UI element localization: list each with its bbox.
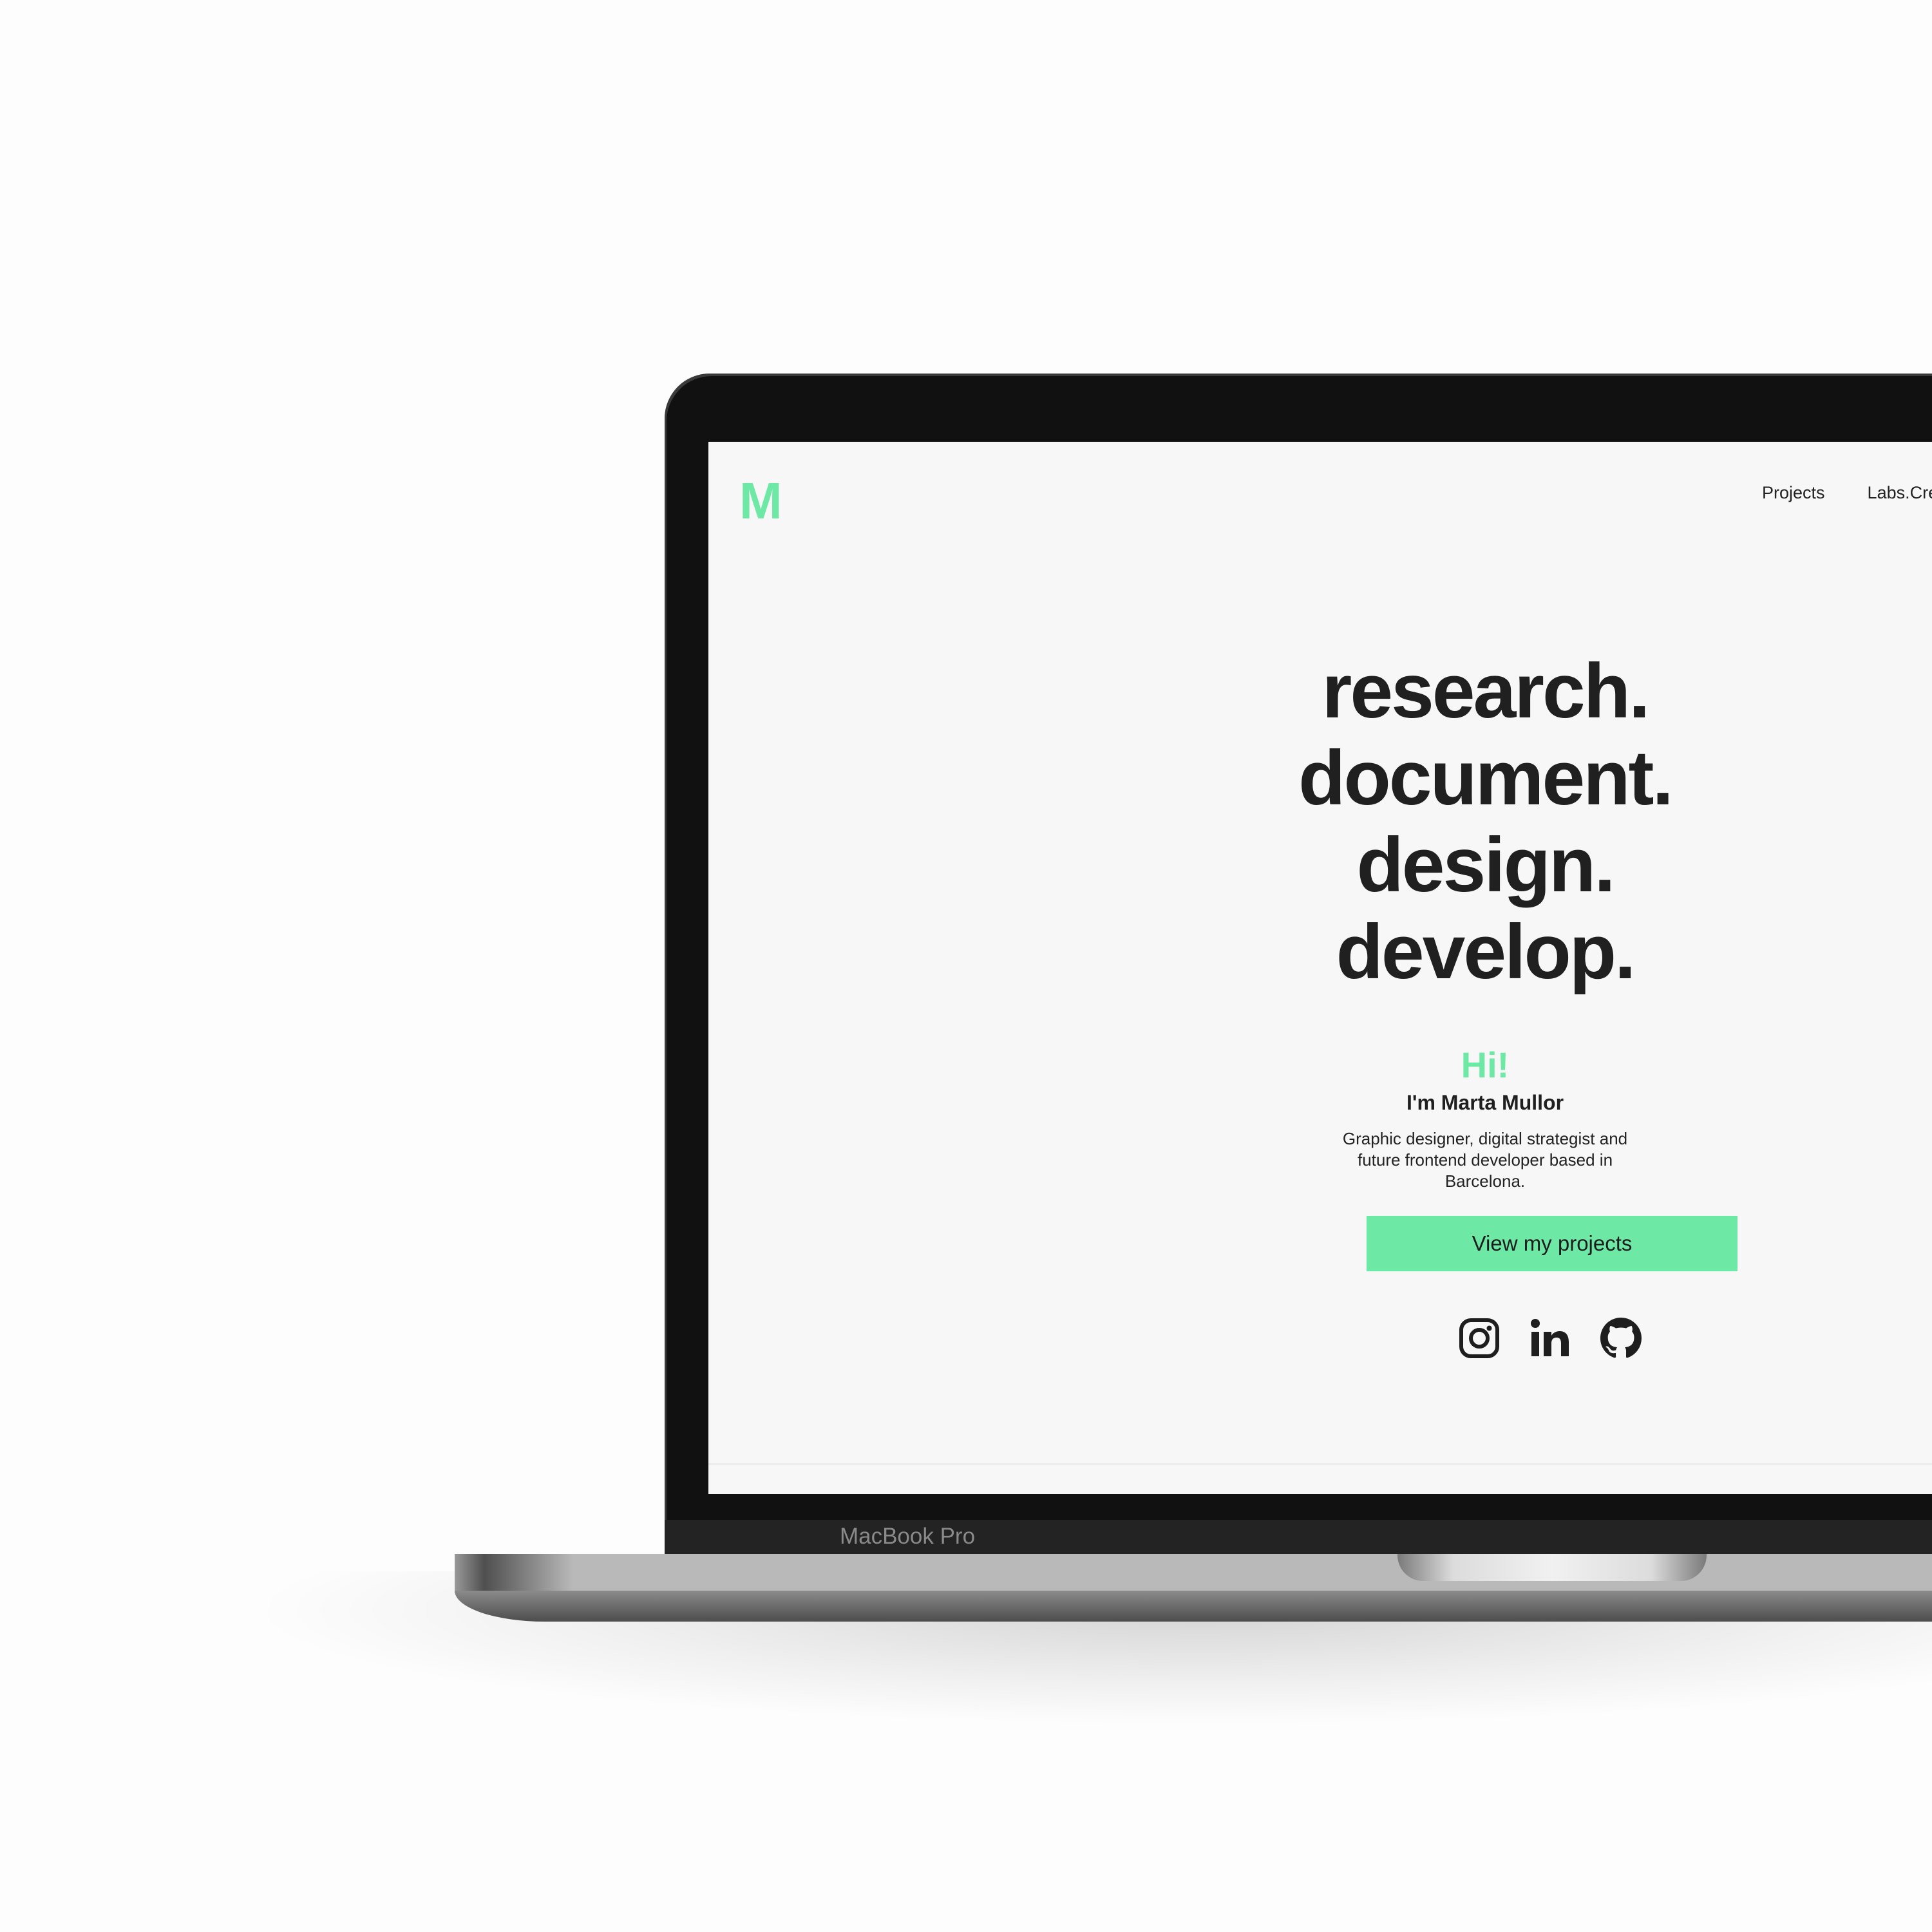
headline-line: research.	[1321, 648, 1651, 734]
linkedin-icon[interactable]	[1530, 1318, 1571, 1359]
greeting: Hi!	[1461, 1045, 1510, 1085]
top-nav: Projects Labs.Cre	[1762, 483, 1932, 503]
intro-bio: Graphic designer, digital strategist and…	[1342, 1129, 1628, 1191]
view-projects-button[interactable]: View my projects	[1367, 1216, 1738, 1271]
site-logo[interactable]: M	[739, 475, 782, 527]
hero-headline: research. document. design. develop.	[1294, 648, 1676, 996]
laptop-base-lip	[455, 1591, 1932, 1622]
headline-line: design.	[1356, 822, 1615, 908]
device-label: MacBook Pro	[839, 1524, 976, 1549]
section-divider	[708, 1463, 1932, 1465]
social-links	[1459, 1318, 1642, 1359]
intro-name: I'm Marta Mullor	[1406, 1091, 1564, 1114]
website-screen: M Projects Labs.Cre research. document. …	[708, 442, 1932, 1494]
nav-link-labs[interactable]: Labs.Cre	[1868, 483, 1932, 503]
laptop-base	[455, 1554, 1932, 1593]
headline-line: document.	[1298, 735, 1674, 821]
github-icon[interactable]	[1600, 1318, 1642, 1359]
trackpad-notch	[1397, 1554, 1707, 1581]
headline-line: develop.	[1336, 909, 1636, 995]
instagram-icon[interactable]	[1459, 1318, 1500, 1359]
nav-link-projects[interactable]: Projects	[1762, 483, 1825, 503]
